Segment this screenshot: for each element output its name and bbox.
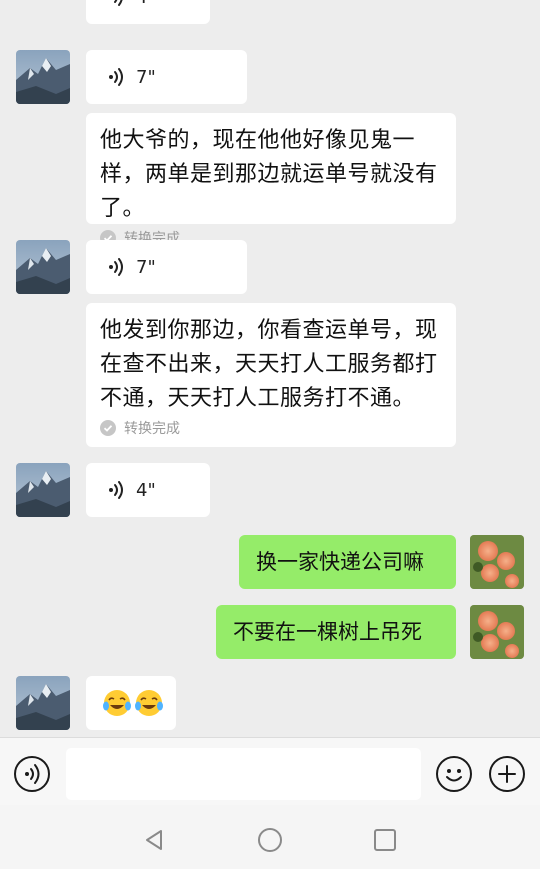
transcript-text: 他大爷的，现在他他好像见鬼一样，两单是到那边就运单号就没有了。 <box>100 128 438 221</box>
voice-transcript-bubble[interactable]: 他发到你那边，你看查运单号，现在查不出来，天天打人工服务都打不通，天天打人工服务… <box>86 303 456 447</box>
voice-duration: 7" <box>136 66 156 88</box>
message-text: 换一家快递公司嘛 <box>256 550 424 574</box>
check-circle-icon <box>100 420 116 436</box>
contact-avatar[interactable] <box>16 463 70 517</box>
system-nav-bar <box>0 805 540 869</box>
plus-icon <box>498 765 516 783</box>
voice-duration: 4" <box>136 0 156 8</box>
voice-message-bubble[interactable]: 7" <box>86 240 247 294</box>
crying-laughing-emoji-icon <box>135 690 163 716</box>
triangle-back-icon[interactable] <box>142 828 166 852</box>
transcript-status: 转换完成 <box>124 421 180 437</box>
voice-message-bubble[interactable]: 4" <box>86 0 210 24</box>
my-avatar[interactable] <box>470 535 524 589</box>
contact-avatar[interactable] <box>16 676 70 730</box>
voice-wave-icon <box>109 481 123 499</box>
voice-message-bubble[interactable]: 7" <box>86 50 247 104</box>
emoji-message-bubble[interactable] <box>86 676 176 730</box>
voice-mode-icon <box>25 764 40 784</box>
contact-avatar[interactable] <box>16 240 70 294</box>
message-input[interactable] <box>66 748 421 800</box>
voice-wave-icon <box>114 0 123 6</box>
add-more-button[interactable] <box>489 756 525 792</box>
chat-history[interactable]: 4" 7" 他大爷的，现在他他好像见鬼一样，两单是到那边就运单号就没有了。 转换… <box>0 0 540 737</box>
voice-message-bubble[interactable]: 4" <box>86 463 210 517</box>
voice-duration: 4" <box>136 479 156 501</box>
voice-wave-icon <box>109 68 123 86</box>
crying-laughing-emoji-icon <box>103 690 131 716</box>
voice-mode-button[interactable] <box>14 756 50 792</box>
outgoing-text-bubble[interactable]: 不要在一棵树上吊死 <box>216 605 456 659</box>
voice-duration: 7" <box>136 256 156 278</box>
message-text: 不要在一棵树上吊死 <box>233 620 422 644</box>
outgoing-text-bubble[interactable]: 换一家快递公司嘛 <box>239 535 456 589</box>
my-avatar[interactable] <box>470 605 524 659</box>
transcript-text: 他发到你那边，你看查运单号，现在查不出来，天天打人工服务都打不通，天天打人工服务… <box>100 318 438 411</box>
circle-home-icon[interactable] <box>257 827 283 853</box>
square-recents-icon[interactable] <box>373 828 397 852</box>
voice-wave-icon <box>109 258 123 276</box>
voice-transcript-bubble[interactable]: 他大爷的，现在他他好像见鬼一样，两单是到那边就运单号就没有了。 转换完成 <box>86 113 456 247</box>
emoji-face-icon <box>446 769 462 782</box>
emoji-button[interactable] <box>436 756 472 792</box>
input-bar <box>0 737 540 805</box>
contact-avatar[interactable] <box>16 50 70 104</box>
